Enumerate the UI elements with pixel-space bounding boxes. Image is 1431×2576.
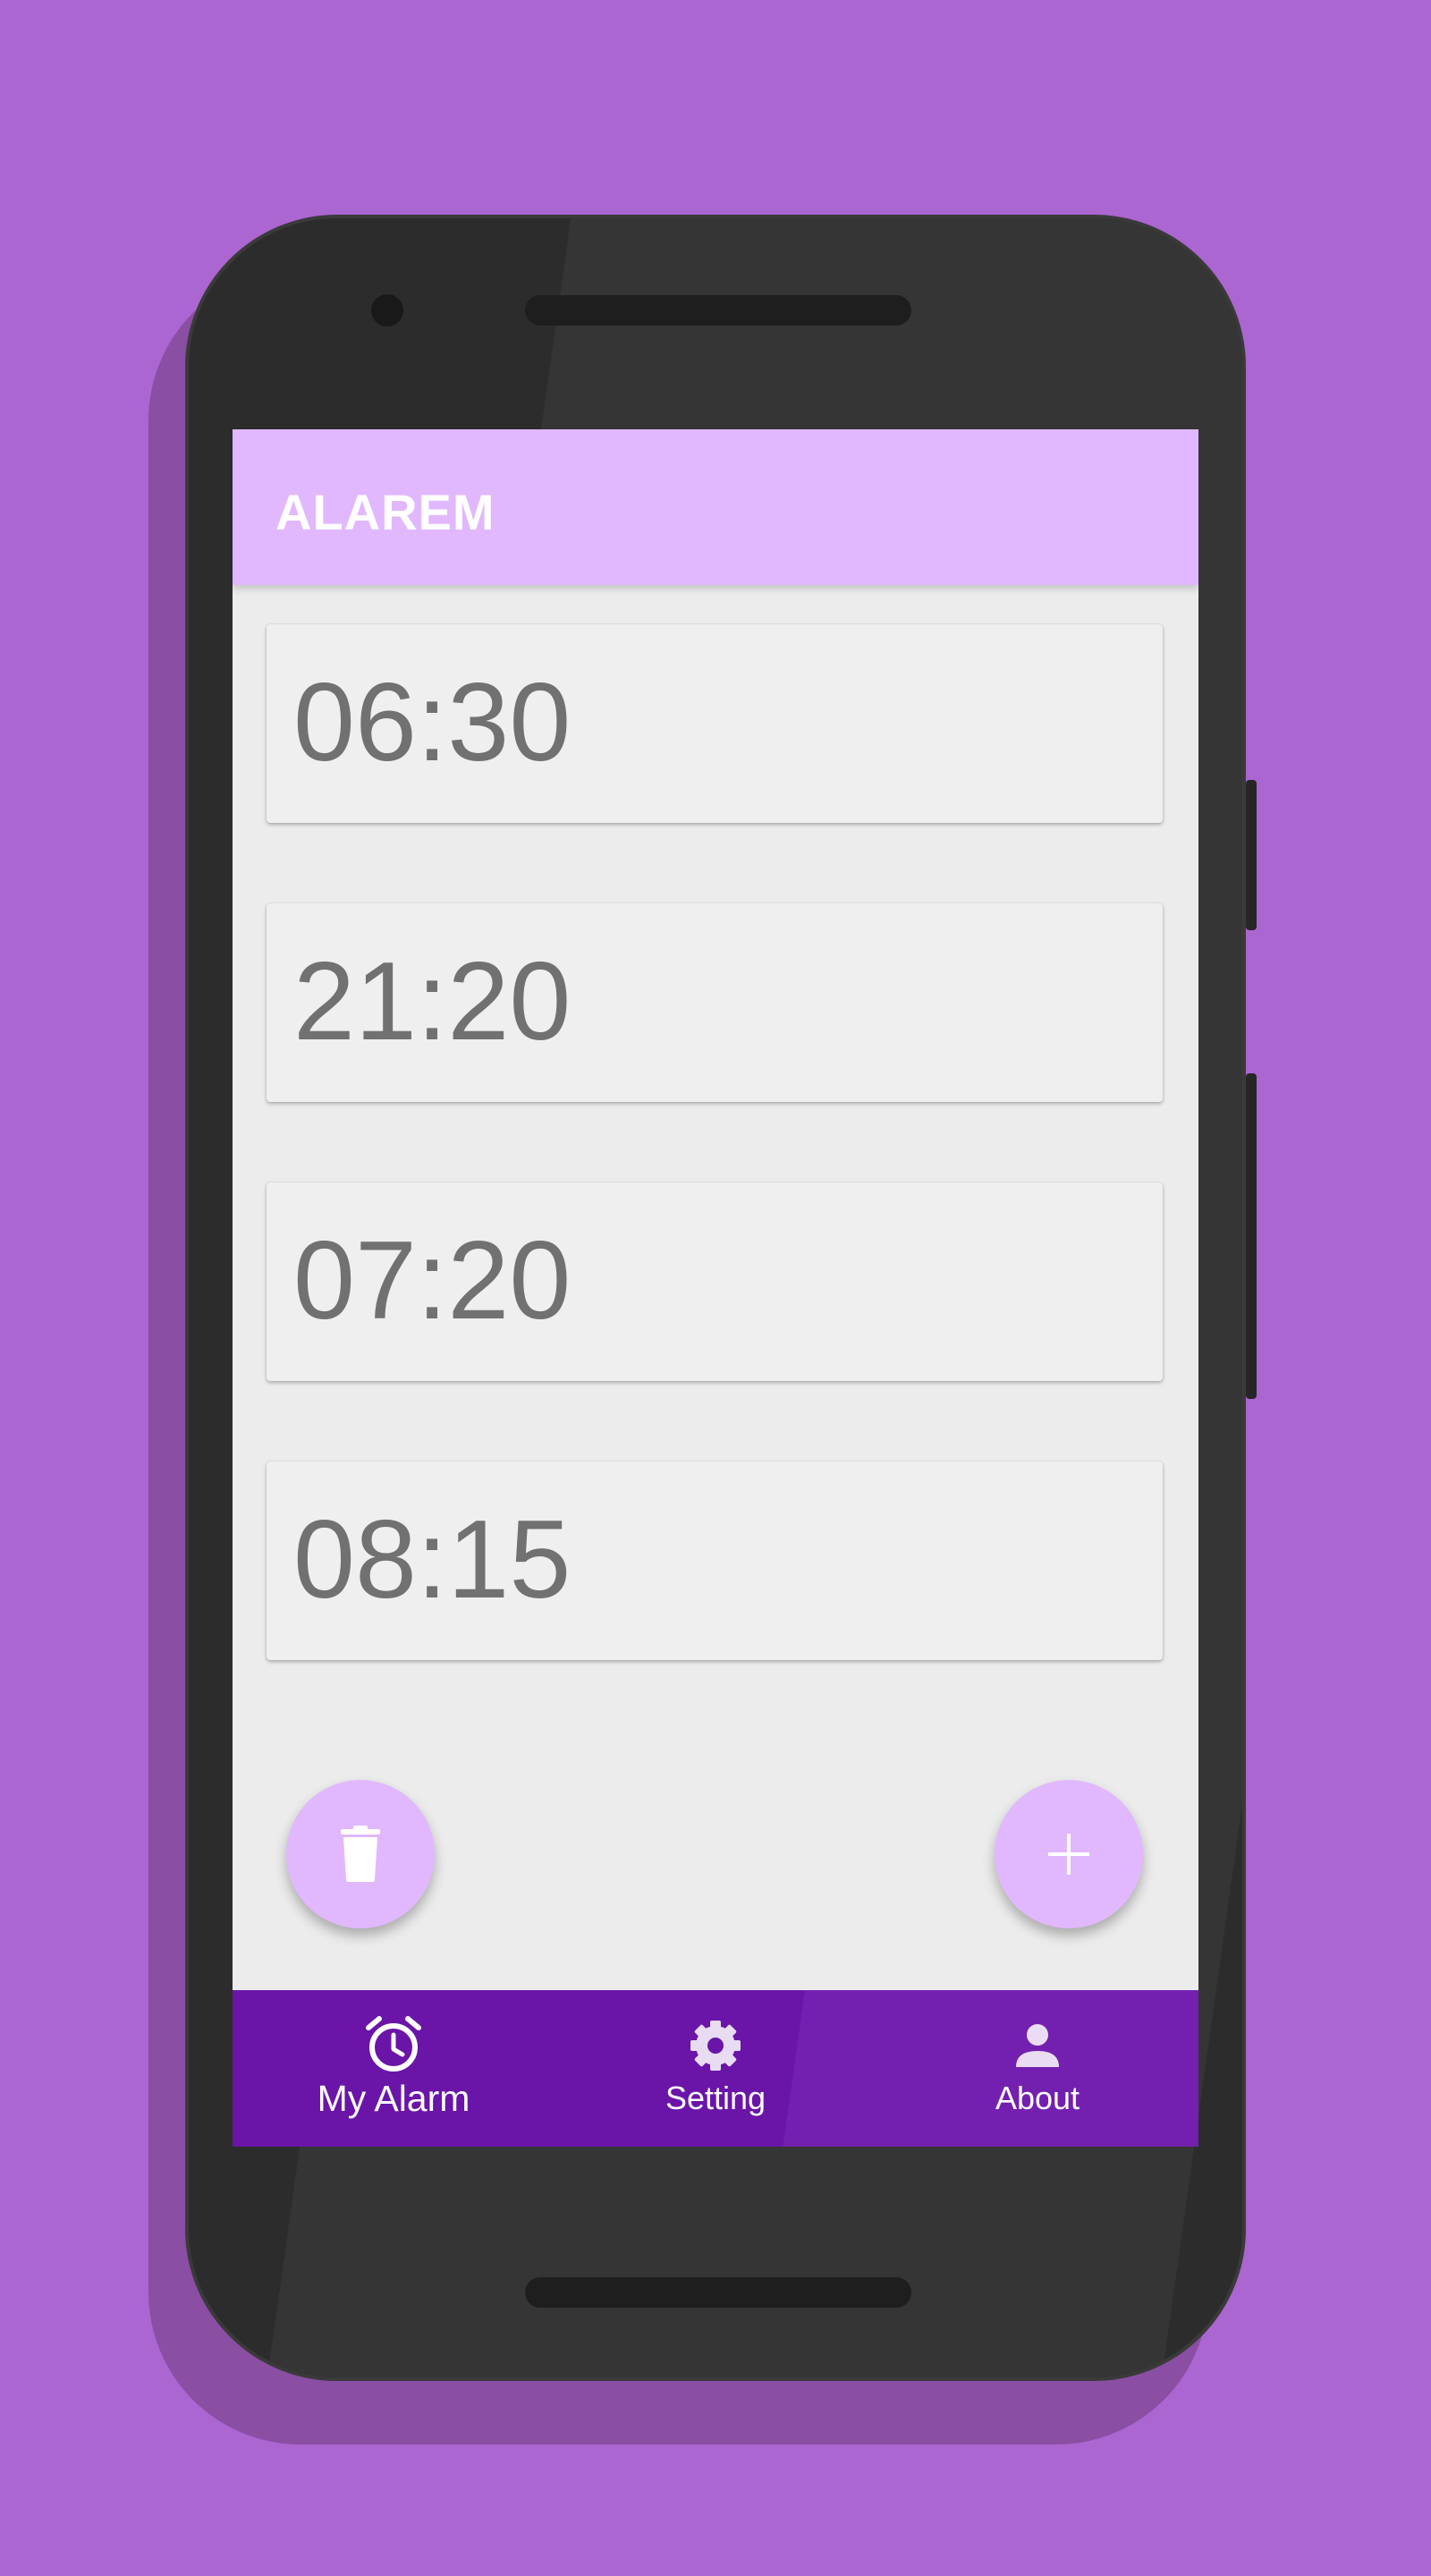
- nav-label-my-alarm: My Alarm: [317, 2078, 470, 2119]
- alarm-card[interactable]: 06:30: [267, 624, 1163, 823]
- nav-label-setting: Setting: [665, 2080, 766, 2116]
- alarm-list: 06:30 21:20 07:20 08:15: [267, 624, 1163, 1741]
- power-button: [1246, 1073, 1257, 1399]
- bottom-navigation: My Alarm Setting About: [233, 1990, 1198, 2147]
- alarm-card[interactable]: 21:20: [267, 903, 1163, 1102]
- alarm-clock-icon: [366, 2016, 421, 2072]
- alarm-time: 21:20: [293, 940, 572, 1063]
- app-bar: ALAREM: [233, 429, 1198, 585]
- volume-button: [1246, 780, 1257, 930]
- alarm-card[interactable]: 08:15: [267, 1462, 1163, 1660]
- delete-button[interactable]: [286, 1780, 435, 1928]
- person-icon: [1016, 2024, 1059, 2067]
- nav-label-about: About: [995, 2080, 1080, 2116]
- alarm-time: 07:20: [293, 1219, 572, 1343]
- trash-icon: [341, 1826, 380, 1882]
- alarm-time: 06:30: [293, 661, 572, 784]
- alarm-time: 08:15: [293, 1498, 572, 1622]
- nav-item-my-alarm[interactable]: My Alarm: [233, 1990, 555, 2147]
- app-title: ALAREM: [275, 484, 495, 540]
- app-screen: ALAREM 06:30 21:20 07:20 08:15 My Alarm …: [233, 429, 1198, 2147]
- plus-icon: [1048, 1834, 1089, 1875]
- add-alarm-button[interactable]: [995, 1780, 1143, 1928]
- nav-item-setting[interactable]: Setting: [555, 1990, 876, 2147]
- earpiece-speaker: [525, 295, 911, 326]
- front-camera: [371, 294, 403, 326]
- nav-item-about[interactable]: About: [876, 1990, 1198, 2147]
- alarm-card[interactable]: 07:20: [267, 1182, 1163, 1381]
- gear-icon: [690, 2021, 741, 2071]
- bottom-speaker: [525, 2277, 911, 2308]
